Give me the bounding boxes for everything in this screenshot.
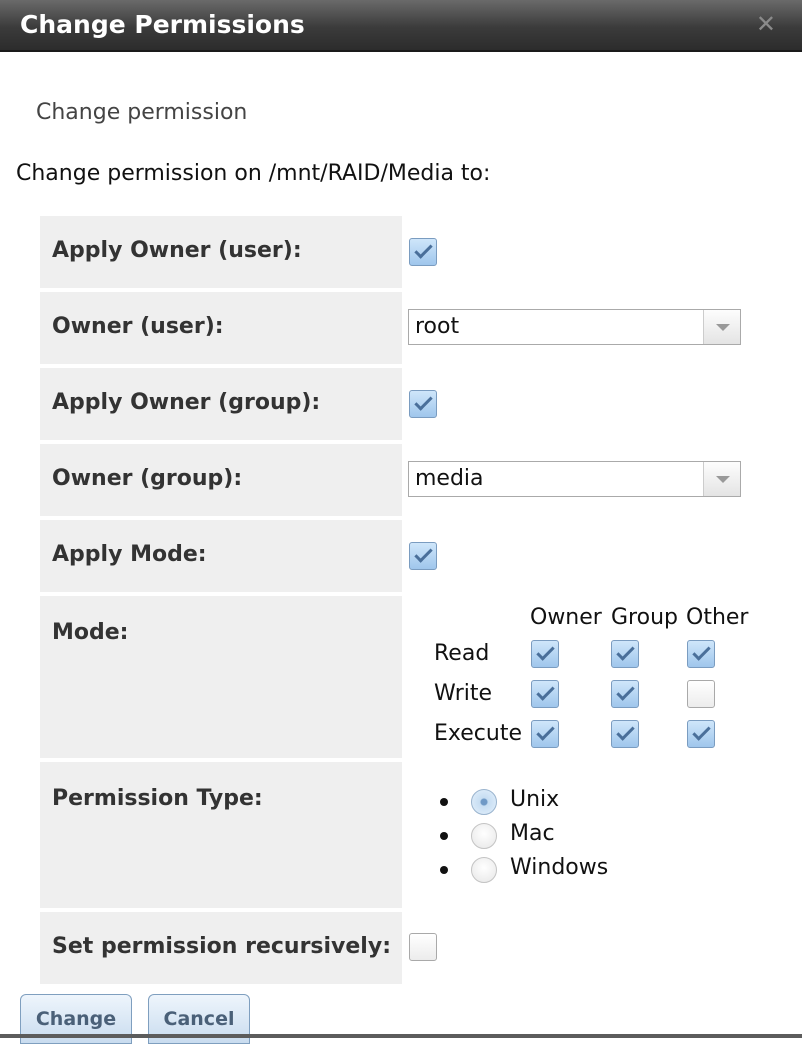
close-icon[interactable]: ✕ <box>756 10 776 38</box>
owner-user-value: root <box>415 314 460 339</box>
list-bullet <box>440 798 448 806</box>
execute-other-checkbox[interactable] <box>687 720 715 748</box>
write-other-checkbox[interactable] <box>687 680 715 708</box>
dialog-bottom-border <box>0 1034 802 1038</box>
permission-type-unix-radio[interactable] <box>471 789 497 815</box>
chevron-down-icon[interactable] <box>703 462 740 496</box>
apply-mode-checkbox[interactable] <box>409 542 437 570</box>
list-bullet <box>440 832 448 840</box>
read-owner-checkbox[interactable] <box>531 640 559 668</box>
apply-owner-group-label: Apply Owner (group): <box>52 390 321 415</box>
owner-user-select[interactable]: root <box>408 309 741 345</box>
row-permission-type <box>40 762 402 908</box>
write-group-checkbox[interactable] <box>611 680 639 708</box>
permission-type-mac-label[interactable]: Mac <box>510 821 555 846</box>
owner-user-label: Owner (user): <box>52 314 224 339</box>
mode-col-group: Group <box>611 605 678 630</box>
mode-col-owner: Owner <box>530 605 602 630</box>
apply-mode-label: Apply Mode: <box>52 542 207 567</box>
execute-group-checkbox[interactable] <box>611 720 639 748</box>
form-subtitle: Change permission <box>36 100 248 125</box>
list-bullet <box>440 866 448 874</box>
recursive-label: Set permission recursively: <box>52 934 391 959</box>
mode-row-read: Read <box>434 641 490 666</box>
mode-col-other: Other <box>686 605 749 630</box>
chevron-down-icon[interactable] <box>703 310 740 344</box>
apply-owner-user-label: Apply Owner (user): <box>52 238 302 263</box>
dialog-titlebar: Change Permissions ✕ <box>0 0 802 52</box>
dialog-title: Change Permissions <box>20 10 305 39</box>
mode-row-write: Write <box>434 681 493 706</box>
permission-type-unix-label[interactable]: Unix <box>510 787 559 812</box>
form-intro: Change permission on /mnt/RAID/Media to: <box>16 161 491 186</box>
owner-group-label: Owner (group): <box>52 466 243 491</box>
apply-owner-user-checkbox[interactable] <box>409 238 437 266</box>
read-other-checkbox[interactable] <box>687 640 715 668</box>
recursive-checkbox[interactable] <box>409 933 437 961</box>
permission-type-windows-radio[interactable] <box>471 857 497 883</box>
write-owner-checkbox[interactable] <box>531 680 559 708</box>
mode-row-execute: Execute <box>434 721 522 746</box>
owner-group-value: media <box>415 466 484 491</box>
permission-type-label: Permission Type: <box>52 786 263 811</box>
execute-owner-checkbox[interactable] <box>531 720 559 748</box>
mode-label: Mode: <box>52 620 129 645</box>
owner-group-select[interactable]: media <box>408 461 741 497</box>
read-group-checkbox[interactable] <box>611 640 639 668</box>
permission-type-windows-label[interactable]: Windows <box>510 855 608 880</box>
permission-type-mac-radio[interactable] <box>471 823 497 849</box>
apply-owner-group-checkbox[interactable] <box>409 390 437 418</box>
